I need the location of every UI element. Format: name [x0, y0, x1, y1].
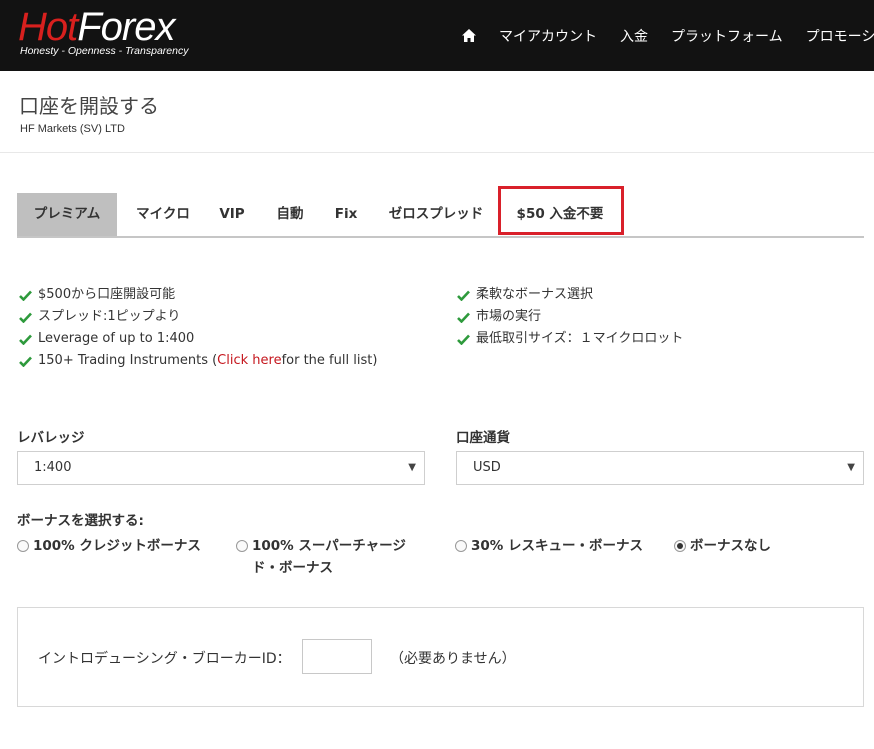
check-icon [457, 312, 470, 323]
radio-button-selected[interactable] [674, 540, 686, 552]
leverage-select[interactable]: 1:400 ▼ [17, 451, 425, 485]
home-icon [462, 29, 476, 42]
tab-zero-spread[interactable]: ゼロスプレッド [380, 193, 492, 236]
check-icon [19, 290, 32, 301]
leverage-value: 1:400 [34, 460, 72, 475]
tab-highlight-box [498, 186, 624, 235]
feature-item: 柔軟なボーナス選択 [457, 284, 683, 306]
bonus-option-label-line2: ド・ボーナス [252, 560, 333, 576]
bonus-option-label: 30% レスキュー・ボーナス [471, 538, 644, 554]
nav-my-account[interactable]: マイアカウント [499, 26, 597, 46]
logo-wordmark: HotForex [18, 5, 176, 49]
feature-item: $500から口座開設可能 [19, 284, 377, 306]
feature-text: スプレッド:1ピップより [38, 309, 181, 324]
feature-item: スプレッド:1ピップより [19, 306, 377, 328]
radio-button[interactable] [17, 540, 29, 552]
radio-button[interactable] [455, 540, 467, 552]
instruments-list-link[interactable]: Click here [217, 350, 281, 372]
introducing-broker-panel: イントロデューシング・ブローカーID： （必要ありません） [17, 607, 864, 707]
logo-forex-text: Forex [77, 5, 175, 49]
hotforex-logo[interactable]: HotForex Honesty - Openness - Transparen… [18, 5, 198, 65]
features-right: 柔軟なボーナス選択 市場の実行 最低取引サイズ：１マイクロロット [457, 284, 683, 350]
dropdown-arrow-icon: ▼ [847, 462, 855, 473]
page-subtitle: HF Markets (SV) LTD [20, 123, 125, 135]
feature-item: 市場の実行 [457, 306, 683, 328]
nav-home[interactable] [462, 29, 476, 42]
tab-auto[interactable]: 自動 [266, 193, 314, 236]
tab-micro[interactable]: マイクロ [120, 193, 206, 236]
top-navigation-bar: HotForex Honesty - Openness - Transparen… [0, 0, 874, 71]
bonus-option-label: ボーナスなし [690, 538, 771, 554]
currency-select[interactable]: USD ▼ [456, 451, 864, 485]
features-left: $500から口座開設可能 スプレッド:1ピップより Leverage of up… [19, 284, 377, 372]
bonus-option-label: 100% クレジットボーナス [33, 538, 201, 554]
tab-fix[interactable]: Fix [327, 193, 365, 236]
nav-promotion[interactable]: プロモーション [806, 26, 874, 46]
feature-text: $500から口座開設可能 [38, 287, 176, 302]
feature-item: 150+ Trading Instruments (Click here for… [19, 350, 377, 372]
check-icon [19, 312, 32, 323]
main-nav: マイアカウント 入金 プラットフォーム プロモーション [462, 0, 874, 71]
bonus-option-credit[interactable]: 100% クレジットボーナス [17, 535, 201, 557]
bonus-option-supercharged[interactable]: 100% スーパーチャージ ド・ボーナス [236, 535, 406, 579]
ib-optional-note: （必要ありません） [390, 651, 516, 667]
dropdown-arrow-icon: ▼ [408, 462, 416, 473]
logo-hot-text: Hot [18, 5, 78, 49]
bonus-option-rescue[interactable]: 30% レスキュー・ボーナス [455, 535, 643, 557]
feature-text-suffix: for the full list) [281, 353, 378, 368]
account-type-tabs: プレミアム マイクロ VIP 自動 Fix ゼロスプレッド $50 入金不要 [17, 193, 864, 238]
bonus-option-label-line1: 100% スーパーチャージ [252, 538, 406, 554]
leverage-label: レバレッジ [17, 430, 85, 446]
feature-text: 最低取引サイズ：１マイクロロット [476, 331, 684, 346]
feature-text: 柔軟なボーナス選択 [476, 287, 594, 302]
tab-premium[interactable]: プレミアム [17, 193, 117, 236]
page-title: 口座を開設する [19, 94, 159, 118]
check-icon [19, 334, 32, 345]
ib-id-label: イントロデューシング・ブローカーID： [38, 651, 291, 667]
check-icon [457, 334, 470, 345]
bonus-label: ボーナスを選択する: [17, 513, 144, 529]
feature-text: Leverage of up to 1:400 [38, 331, 195, 346]
bonus-option-none[interactable]: ボーナスなし [674, 535, 771, 557]
nav-deposit[interactable]: 入金 [620, 26, 648, 46]
feature-item: Leverage of up to 1:400 [19, 328, 377, 350]
radio-button[interactable] [236, 540, 248, 552]
check-icon [457, 290, 470, 301]
bonus-option-label: 100% スーパーチャージ ド・ボーナス [252, 535, 406, 579]
currency-label: 口座通貨 [456, 430, 510, 446]
feature-text-prefix: 150+ Trading Instruments ( [38, 353, 218, 368]
feature-text: 市場の実行 [476, 309, 542, 324]
tab-vip[interactable]: VIP [210, 193, 254, 236]
currency-value: USD [473, 460, 501, 475]
ib-id-input[interactable] [302, 639, 372, 674]
divider [0, 152, 874, 153]
logo-tagline: Honesty - Openness - Transparency [20, 45, 189, 57]
nav-platform[interactable]: プラットフォーム [671, 26, 783, 46]
check-icon [19, 356, 32, 367]
feature-item: 最低取引サイズ：１マイクロロット [457, 328, 683, 350]
